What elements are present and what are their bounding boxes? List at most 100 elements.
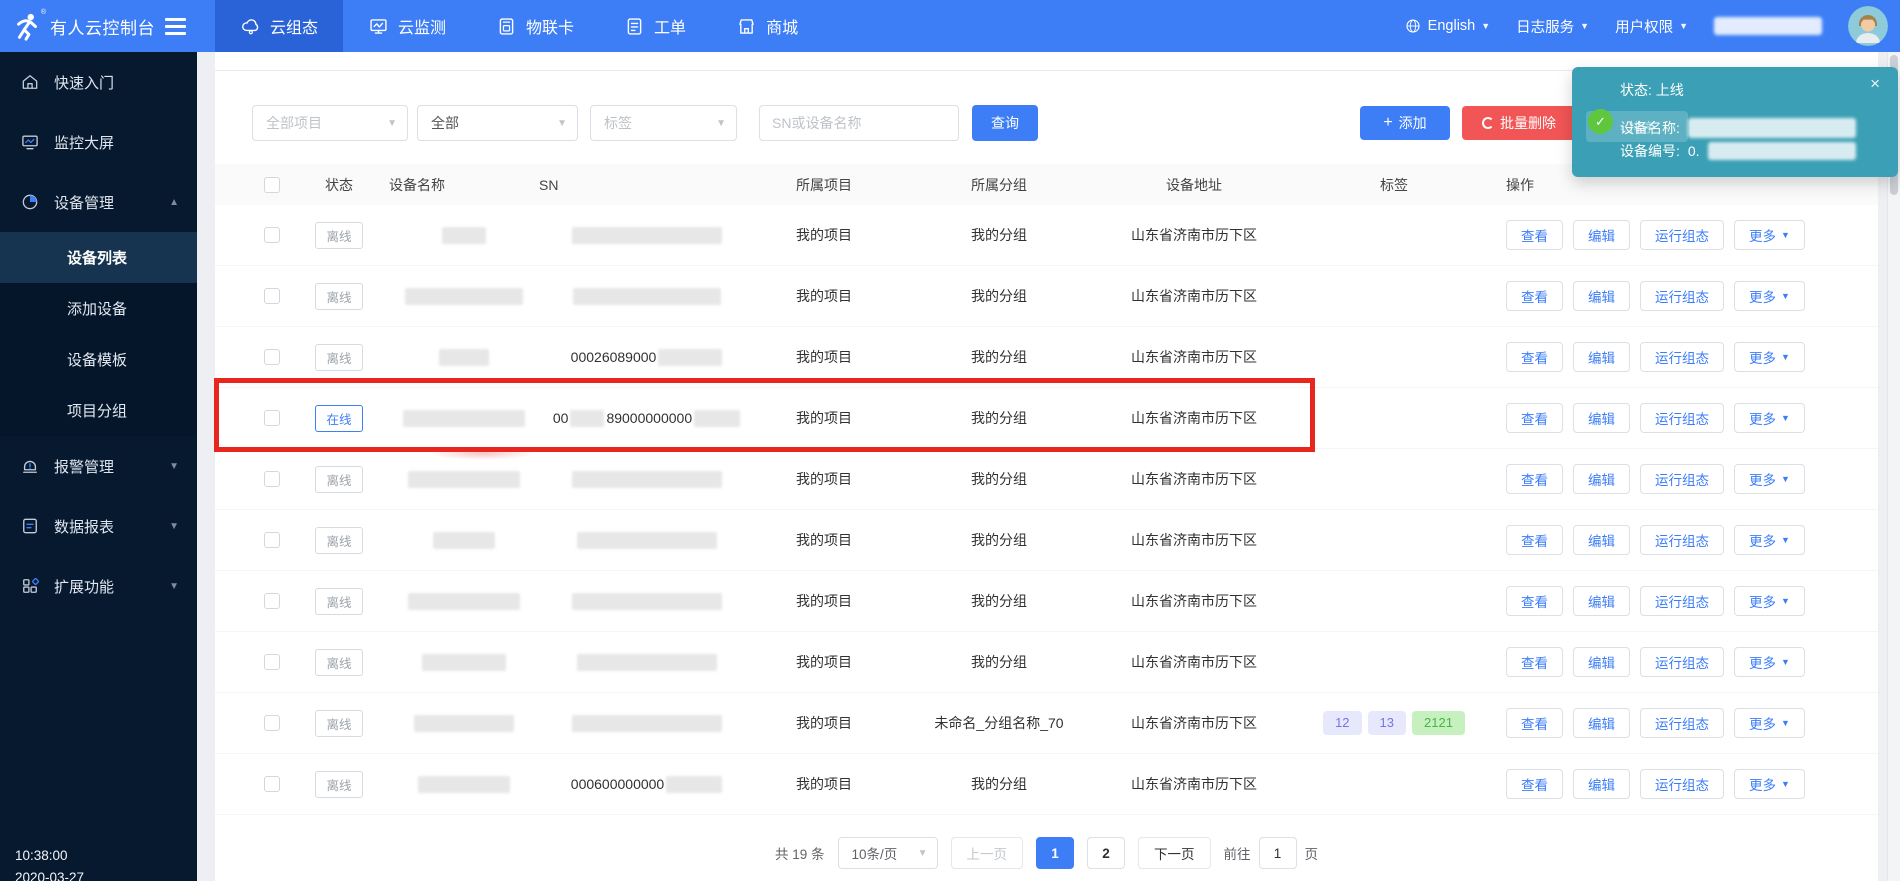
sidebar-item-extended-function[interactable]: 扩展功能▼ — [0, 556, 197, 616]
row-checkbox[interactable] — [264, 532, 280, 548]
sidebar-item-device-template[interactable]: 设备模板 — [0, 334, 197, 385]
view-button[interactable]: 查看 — [1506, 586, 1563, 616]
sidebar-item-device-management[interactable]: 设备管理▲ — [0, 172, 197, 232]
view-button[interactable]: 查看 — [1506, 525, 1563, 555]
edit-button[interactable]: 编辑 — [1573, 586, 1630, 616]
more-button[interactable]: 更多▼ — [1734, 220, 1805, 250]
nav-menu-log-service[interactable]: 日志服务▼ — [1516, 16, 1589, 37]
run-scada-button[interactable]: 运行组态 — [1640, 708, 1724, 738]
close-icon[interactable]: × — [1870, 75, 1880, 92]
nav-menu-user-permission[interactable]: 用户权限▼ — [1615, 16, 1688, 37]
sidebar-item-monitor-screen[interactable]: 监控大屏 — [0, 112, 197, 172]
run-scada-button[interactable]: 运行组态 — [1640, 586, 1724, 616]
run-scada-button[interactable]: 运行组态 — [1640, 647, 1724, 677]
language-switch[interactable]: English ▼ — [1404, 17, 1490, 35]
row-checkbox[interactable] — [264, 715, 280, 731]
more-button[interactable]: 更多▼ — [1734, 586, 1805, 616]
sidebar-item-project-group[interactable]: 项目分组 — [0, 385, 197, 436]
edit-button[interactable]: 编辑 — [1573, 769, 1630, 799]
run-scada-button[interactable]: 运行组态 — [1640, 220, 1724, 250]
project-filter-select[interactable]: 全部项目▼ — [252, 105, 408, 141]
tag-filter-value: 标签 — [604, 113, 632, 133]
goto-page-input[interactable] — [1259, 837, 1297, 869]
avatar[interactable] — [1848, 6, 1888, 46]
row-checkbox[interactable] — [264, 288, 280, 304]
action-label: 更多 — [1749, 774, 1776, 794]
more-button[interactable]: 更多▼ — [1734, 769, 1805, 799]
edit-button[interactable]: 编辑 — [1573, 342, 1630, 372]
search-input[interactable] — [772, 115, 946, 131]
more-button[interactable]: 更多▼ — [1734, 708, 1805, 738]
status-filter-value: 全部 — [431, 113, 459, 133]
view-button[interactable]: 查看 — [1506, 342, 1563, 372]
more-button[interactable]: 更多▼ — [1734, 647, 1805, 677]
run-scada-button[interactable]: 运行组态 — [1640, 525, 1724, 555]
hamburger-menu-icon[interactable] — [165, 18, 186, 35]
edit-button[interactable]: 编辑 — [1573, 281, 1630, 311]
view-button[interactable]: 查看 — [1506, 769, 1563, 799]
nav-tab-cloud-scada[interactable]: 云组态 — [215, 0, 343, 52]
sidebar-item-device-list[interactable]: 设备列表 — [0, 232, 197, 283]
status-badge: 离线 — [315, 771, 362, 798]
sidebar-item-quick-start[interactable]: 快速入门 — [0, 52, 197, 112]
status-badge: 离线 — [315, 649, 362, 676]
run-scada-button[interactable]: 运行组态 — [1640, 403, 1724, 433]
action-label: 编辑 — [1588, 774, 1615, 794]
nav-tab-work-order[interactable]: 工单 — [599, 0, 711, 52]
more-button[interactable]: 更多▼ — [1734, 525, 1805, 555]
row-checkbox[interactable] — [264, 471, 280, 487]
nav-tab-mall[interactable]: 商城 — [711, 0, 823, 52]
add-button[interactable]: +添加 — [1360, 106, 1450, 140]
nav-menu-label: 日志服务 — [1516, 16, 1574, 37]
top-navbar: ® 有人云控制台 云组态云监测物联卡工单商城 English ▼ 日志服务▼用户… — [0, 0, 1900, 52]
redacted-blur — [572, 471, 722, 488]
goto-page: 前往 页 — [1224, 837, 1319, 869]
next-page-button[interactable]: 下一页 — [1138, 837, 1211, 869]
chevron-down-icon: ▼ — [1781, 230, 1790, 240]
view-button[interactable]: 查看 — [1506, 464, 1563, 494]
nav-tab-cloud-monitor[interactable]: 云监测 — [343, 0, 471, 52]
view-button[interactable]: 查看 — [1506, 403, 1563, 433]
total-count: 共 19 条 — [775, 843, 825, 863]
redacted-blur — [418, 776, 510, 793]
view-button[interactable]: 查看 — [1506, 647, 1563, 677]
sidebar-item-add-device[interactable]: 添加设备 — [0, 283, 197, 334]
run-scada-button[interactable]: 运行组态 — [1640, 464, 1724, 494]
status-filter-select[interactable]: 全部▼ — [417, 105, 578, 141]
more-button[interactable]: 更多▼ — [1734, 403, 1805, 433]
run-scada-button[interactable]: 运行组态 — [1640, 342, 1724, 372]
page-size-select[interactable]: 10条/页▼ — [838, 837, 938, 869]
edit-button[interactable]: 编辑 — [1573, 525, 1630, 555]
row-checkbox[interactable] — [264, 349, 280, 365]
row-checkbox[interactable] — [264, 593, 280, 609]
page-number-1[interactable]: 1 — [1036, 837, 1074, 869]
edit-button[interactable]: 编辑 — [1573, 403, 1630, 433]
edit-button[interactable]: 编辑 — [1573, 220, 1630, 250]
view-button[interactable]: 查看 — [1506, 281, 1563, 311]
more-button[interactable]: 更多▼ — [1734, 281, 1805, 311]
view-button[interactable]: 查看 — [1506, 220, 1563, 250]
prev-page-button[interactable]: 上一页 — [951, 837, 1024, 869]
row-checkbox[interactable] — [264, 410, 280, 426]
more-button[interactable]: 更多▼ — [1734, 464, 1805, 494]
nav-tab-iot-card[interactable]: 物联卡 — [471, 0, 599, 52]
more-button[interactable]: 更多▼ — [1734, 342, 1805, 372]
device-name-parts — [389, 654, 539, 671]
row-checkbox[interactable] — [264, 776, 280, 792]
batch-delete-button[interactable]: 批量删除 — [1462, 106, 1576, 140]
edit-button[interactable]: 编辑 — [1573, 647, 1630, 677]
view-button[interactable]: 查看 — [1506, 708, 1563, 738]
edit-button[interactable]: 编辑 — [1573, 708, 1630, 738]
sidebar-item-data-report[interactable]: 数据报表▼ — [0, 496, 197, 556]
sidebar: 快速入门监控大屏设备管理▲设备列表添加设备设备模板项目分组报警管理▼数据报表▼扩… — [0, 52, 197, 881]
row-checkbox[interactable] — [264, 227, 280, 243]
run-scada-button[interactable]: 运行组态 — [1640, 769, 1724, 799]
sidebar-item-alarm-management[interactable]: 报警管理▼ — [0, 436, 197, 496]
select-all-checkbox[interactable] — [264, 177, 280, 193]
search-button[interactable]: 查询 — [972, 105, 1038, 141]
run-scada-button[interactable]: 运行组态 — [1640, 281, 1724, 311]
row-checkbox[interactable] — [264, 654, 280, 670]
page-number-2[interactable]: 2 — [1087, 837, 1125, 869]
edit-button[interactable]: 编辑 — [1573, 464, 1630, 494]
tag-filter-select[interactable]: 标签▼ — [590, 105, 737, 141]
